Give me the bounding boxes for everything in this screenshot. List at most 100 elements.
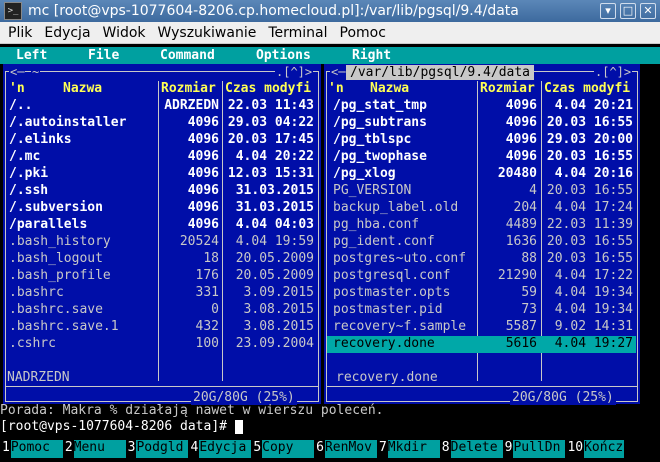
- left-header-sort[interactable]: 'n: [9, 81, 25, 98]
- file-row[interactable]: /.ssh 4096 31.03.2015: [6, 183, 317, 200]
- fkey-3[interactable]: 3 Podgld: [125, 440, 189, 458]
- mc-menu-file[interactable]: File: [88, 48, 119, 63]
- file-row[interactable]: recovery~f.sample 5587 9.02 14:31: [327, 319, 636, 336]
- file-row[interactable]: /pg_tblspc 4096 29.03 20:00: [327, 132, 636, 149]
- menu-edycja[interactable]: Edycja: [44, 25, 90, 41]
- fkey-9[interactable]: 9 PullDn: [502, 440, 566, 458]
- file-row[interactable]: /.. ADRZEDN 22.03 11:43: [6, 98, 317, 115]
- file-name: /..: [9, 98, 33, 113]
- minimize-icon[interactable]: ▾: [600, 3, 616, 19]
- file-size: 20524: [179, 234, 219, 249]
- fkey-7[interactable]: 7 Mkdir: [376, 440, 440, 458]
- file-row[interactable]: pg_ident.conf 1636 20.03 16:55: [327, 234, 636, 251]
- file-row[interactable]: postmaster.pid 73 4.04 19:34: [327, 302, 636, 319]
- fkey-8[interactable]: 8 Delete: [439, 440, 503, 458]
- file-name: /.mc: [9, 149, 41, 164]
- file-size: 4489: [505, 217, 537, 232]
- right-header-time[interactable]: Czas modyfi: [544, 81, 630, 98]
- tip-line: Porada: Makra % działają nawet w wierszu…: [0, 403, 384, 418]
- file-row[interactable]: backup_label.old 204 4.04 17:24: [327, 200, 636, 217]
- file-row[interactable]: /pg_twophase 4096 20.03 16:55: [327, 149, 636, 166]
- right-panel[interactable]: <─ /var/lib/pgsql/9.4/data .[^]> 'n Nazw…: [324, 64, 640, 405]
- file-name: /.elinks: [9, 132, 72, 147]
- file-row[interactable]: pg_hba.conf 4489 22.03 11:39: [327, 217, 636, 234]
- menubar: Plik Edycja Widok Wyszukiwanie Terminal …: [0, 22, 660, 44]
- fkey-label: PullDn: [513, 440, 566, 458]
- cursor: [234, 419, 243, 434]
- file-row[interactable]: .bashrc.save.1 432 3.08.2015: [6, 319, 317, 336]
- prompt-text: [root@vps-1077604-8206 data]#: [0, 419, 227, 434]
- close-icon[interactable]: ✕: [640, 3, 656, 19]
- right-header-sort[interactable]: 'n: [328, 81, 344, 98]
- left-header-time[interactable]: Czas modyfi: [225, 81, 311, 98]
- file-name: .bashrc.save.1: [9, 319, 119, 334]
- file-name: recovery~f.sample: [333, 319, 467, 334]
- left-header-name[interactable]: Nazwa: [63, 81, 102, 98]
- file-mtime: 23.09.2004: [235, 336, 314, 351]
- file-row[interactable]: .bash_history 20524 4.04 19:59: [6, 234, 317, 251]
- right-panel-corner[interactable]: .[^]>: [594, 65, 633, 79]
- file-row[interactable]: /.pki 4096 12.03 15:31: [6, 166, 317, 183]
- file-size: 21290: [497, 268, 537, 283]
- file-row[interactable]: /.autoinstaller 4096 29.03 04:22: [6, 115, 317, 132]
- mc-menu-command[interactable]: Command: [160, 48, 215, 63]
- menu-terminal[interactable]: Terminal: [268, 25, 327, 41]
- file-size: 88: [521, 251, 537, 266]
- file-row[interactable]: /pg_subtrans 4096 20.03 16:55: [327, 115, 636, 132]
- file-row[interactable]: PG_VERSION 4 20.03 16:55: [327, 183, 636, 200]
- file-mtime: 20.03 17:45: [227, 132, 314, 147]
- file-name: .cshrc: [9, 336, 56, 351]
- right-header-name[interactable]: Nazwa: [370, 81, 409, 98]
- terminal-area[interactable]: Left File Command Options Right <─ ~ .[^…: [0, 44, 660, 462]
- file-name: /.ssh: [9, 183, 49, 198]
- file-row[interactable]: postgresql.conf 21290 4.04 17:22: [327, 268, 636, 285]
- file-row[interactable]: .bash_profile 176 20.05.2009: [6, 268, 317, 285]
- file-mtime: 3.08.2015: [243, 319, 314, 334]
- file-row[interactable]: .bashrc 331 3.09.2015: [6, 285, 317, 302]
- file-size: 4096: [505, 149, 537, 164]
- file-name: recovery.done: [333, 336, 435, 351]
- fkey-label: Pomoc: [10, 440, 63, 458]
- file-row[interactable]: /.mc 4096 4.04 20:22: [6, 149, 317, 166]
- left-panel[interactable]: <─ ~ .[^]> 'n Nazwa Rozmiar Czas modyfi …: [3, 64, 321, 405]
- mc-menu-left[interactable]: Left: [16, 48, 47, 63]
- file-row[interactable]: /.subversion 4096 31.03.2015: [6, 200, 317, 217]
- command-prompt[interactable]: [root@vps-1077604-8206 data]#: [0, 419, 243, 434]
- mc-menu-right[interactable]: Right: [352, 48, 391, 63]
- menu-pomoc[interactable]: Pomoc: [340, 25, 386, 41]
- file-name: postgres~uto.conf: [333, 251, 467, 266]
- mc-menu-bar: Left File Command Options Right: [0, 47, 660, 64]
- menu-widok[interactable]: Widok: [103, 25, 146, 41]
- file-row[interactable]: /parallels 4096 4.04 04:03: [6, 217, 317, 234]
- fkey-2[interactable]: 2 Menu: [62, 440, 126, 458]
- file-mtime: 4.04 17:22: [554, 268, 633, 283]
- maximize-icon[interactable]: □: [620, 3, 636, 19]
- file-row[interactable]: recovery.done 5616 4.04 19:27: [327, 336, 636, 353]
- fkey-5[interactable]: 5 Copy: [251, 440, 315, 458]
- fkey-4[interactable]: 4 Edycja: [188, 440, 252, 458]
- fkey-number: 1: [0, 440, 11, 458]
- file-row[interactable]: /pg_stat_tmp 4096 4.04 20:21: [327, 98, 636, 115]
- file-row[interactable]: .bash_logout 18 20.05.2009: [6, 251, 317, 268]
- terminal-icon: >_: [4, 2, 22, 20]
- file-row[interactable]: postmaster.opts 59 4.04 19:34: [327, 285, 636, 302]
- fkey-1[interactable]: 1 Pomoc: [0, 440, 63, 458]
- menu-wyszukiwanie[interactable]: Wyszukiwanie: [158, 25, 257, 41]
- file-row[interactable]: /pg_xlog 20480 4.04 20:16: [327, 166, 636, 183]
- left-panel-corner[interactable]: .[^]>: [275, 65, 314, 79]
- file-row[interactable]: /.elinks 4096 20.03 17:45: [6, 132, 317, 149]
- left-header-size[interactable]: Rozmiar: [161, 81, 216, 98]
- menu-plik[interactable]: Plik: [8, 25, 32, 41]
- right-header-size[interactable]: Rozmiar: [480, 81, 535, 98]
- file-mtime: 3.09.2015: [243, 285, 314, 300]
- file-name: .bash_history: [9, 234, 111, 249]
- file-row[interactable]: .bashrc.save 0 3.08.2015: [6, 302, 317, 319]
- left-panel-divider: [6, 386, 318, 387]
- fkey-6[interactable]: 6 RenMov: [314, 440, 377, 458]
- file-row[interactable]: .cshrc 100 23.09.2004: [6, 336, 317, 353]
- file-size: 5587: [505, 319, 537, 334]
- window-title: mc [root@vps-1077604-8206.cp.homecloud.p…: [28, 3, 519, 19]
- mc-menu-options[interactable]: Options: [256, 48, 311, 63]
- fkey-10[interactable]: 10 Kończ: [565, 440, 625, 458]
- file-row[interactable]: postgres~uto.conf 88 20.03 16:55: [327, 251, 636, 268]
